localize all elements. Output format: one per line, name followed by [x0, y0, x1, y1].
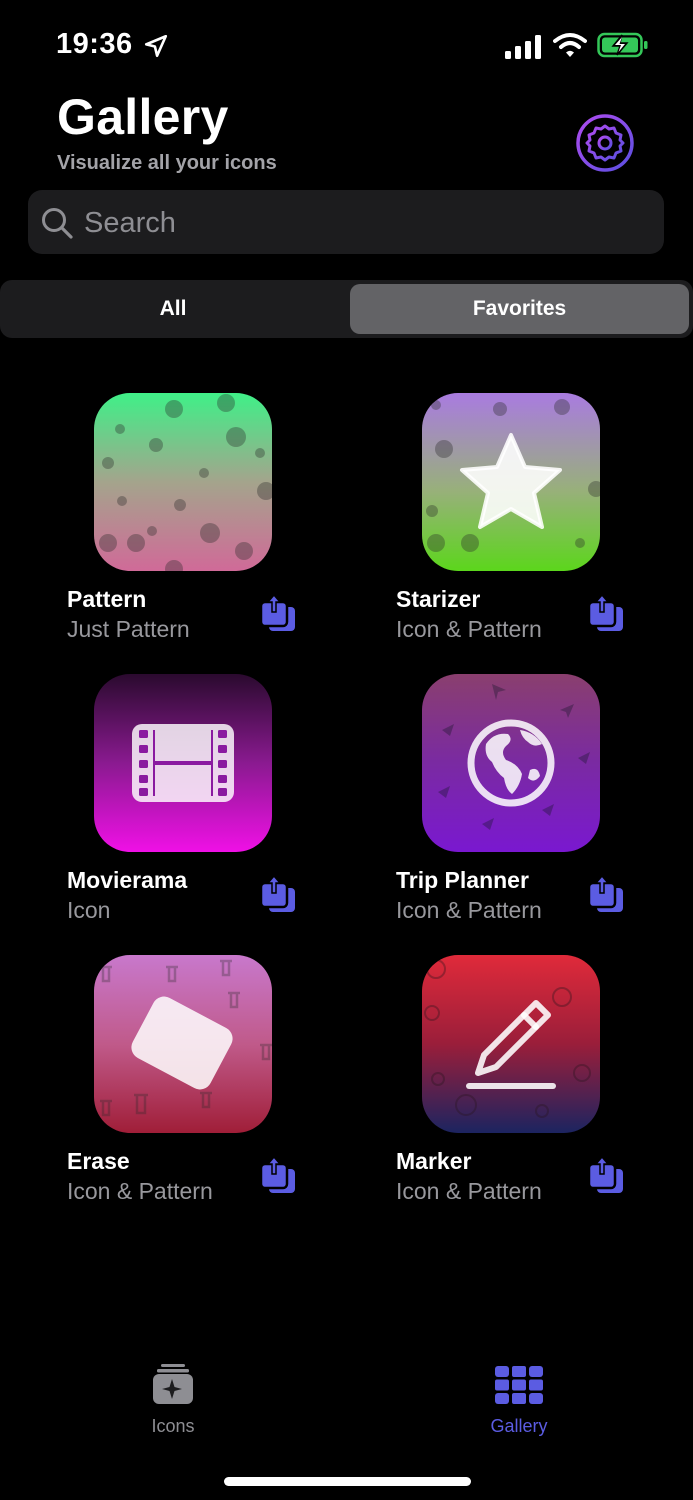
card-title: Marker [396, 1148, 472, 1174]
star-icon-preview [422, 393, 600, 571]
card-subtitle: Just Pattern [67, 616, 190, 642]
wifi-icon [553, 33, 587, 57]
page-subtitle: Visualize all your icons [57, 152, 277, 174]
status-time: 19:36 [56, 28, 133, 60]
icon-card-movierama[interactable]: Movierama Icon [67, 674, 327, 934]
card-title: Pattern [67, 586, 147, 612]
tab-icons[interactable]: Icons [103, 1360, 243, 1450]
grid-icon [495, 1366, 543, 1404]
card-subtitle: Icon & Pattern [396, 616, 542, 642]
card-title: Movierama [67, 867, 188, 893]
segment-all[interactable]: All [4, 284, 342, 334]
page-title: Gallery [57, 89, 229, 145]
cellular-signal-icon [505, 35, 541, 59]
share-icon[interactable] [588, 874, 624, 914]
share-icon[interactable] [260, 1155, 296, 1195]
search-bar[interactable] [28, 190, 664, 256]
tab-label: Icons [151, 1416, 195, 1436]
tab-label: Gallery [490, 1416, 548, 1436]
battery-charging-icon [597, 32, 648, 58]
card-subtitle: Icon & Pattern [396, 1178, 542, 1204]
card-subtitle: Icon & Pattern [396, 897, 542, 923]
filter-segmented-control: All Favorites [0, 280, 693, 338]
tab-gallery[interactable]: Gallery [449, 1360, 589, 1450]
icon-card-pattern[interactable]: Pattern Just Pattern [67, 393, 327, 653]
home-indicator[interactable] [224, 1477, 471, 1486]
settings-gear-button[interactable] [574, 112, 636, 174]
card-title: Erase [67, 1148, 130, 1174]
card-subtitle: Icon & Pattern [67, 1178, 213, 1204]
search-input[interactable] [82, 190, 606, 256]
icon-card-erase[interactable]: Erase Icon & Pattern [67, 955, 327, 1215]
location-arrow-icon [144, 34, 168, 58]
icon-card-trip-planner[interactable]: Trip Planner Icon & Pattern [396, 674, 656, 934]
card-subtitle: Icon [67, 897, 111, 923]
share-icon[interactable] [260, 874, 296, 914]
share-icon[interactable] [588, 593, 624, 633]
card-title: Starizer [396, 586, 481, 612]
eraser-icon-preview [94, 955, 272, 1133]
film-icon-preview [94, 674, 272, 852]
search-icon [42, 208, 73, 239]
card-title: Trip Planner [396, 867, 529, 893]
icons-stack-icon [153, 1364, 193, 1404]
share-icon[interactable] [588, 1155, 624, 1195]
segment-favorites[interactable]: Favorites [350, 284, 689, 334]
share-icon[interactable] [260, 593, 296, 633]
globe-icon-preview [422, 674, 600, 852]
icon-card-starizer[interactable]: Starizer Icon & Pattern [396, 393, 656, 653]
pencil-icon-preview [422, 955, 600, 1133]
pattern-icon-preview [94, 393, 272, 571]
icon-card-marker[interactable]: Marker Icon & Pattern [396, 955, 656, 1215]
